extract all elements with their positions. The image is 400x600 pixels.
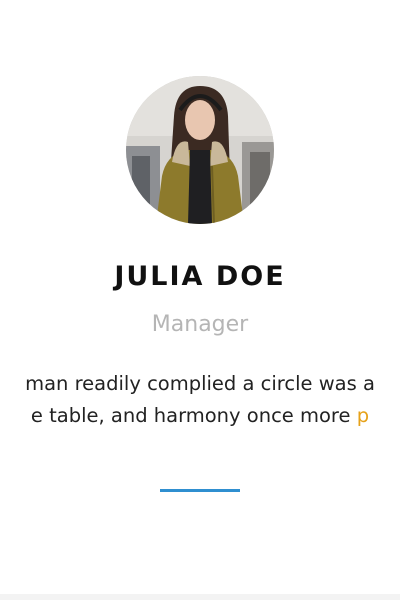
member-name: JULIA DOE [114, 261, 286, 292]
member-quote: man readily complied a circle was a e ta… [0, 368, 400, 432]
bottom-strip [0, 594, 400, 600]
quote-line-2: e table, and harmony once more p [0, 400, 400, 432]
quote-line-2-text: e table, and harmony once more [30, 404, 357, 427]
quote-line-2-accent: p [356, 404, 370, 427]
quote-line-1: man readily complied a circle was a [25, 372, 375, 395]
accent-divider [160, 489, 240, 492]
team-member-card: JULIA DOE Manager man readily complied a… [0, 0, 400, 594]
avatar-photo [126, 76, 274, 224]
avatar [126, 76, 274, 224]
member-role: Manager [151, 312, 249, 337]
